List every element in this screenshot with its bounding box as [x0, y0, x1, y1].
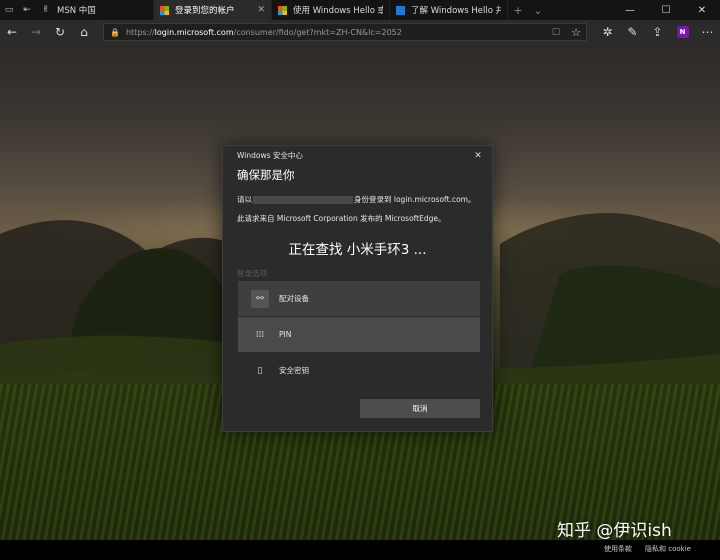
back-icon[interactable]: ←	[0, 20, 24, 44]
dialog-title: 确保那是你	[237, 168, 295, 182]
set-aside-tabs-icon[interactable]: ▭	[0, 0, 18, 20]
terms-of-use-link[interactable]: 使用条款	[604, 544, 632, 554]
chevron-down-icon[interactable]: ⌄	[528, 0, 548, 20]
tab-windows-hello[interactable]: 使用 Windows Hello 或安全	[272, 0, 390, 20]
web-note-icon[interactable]: ✎	[620, 20, 645, 44]
option-security-key[interactable]: ▯ 安全密钥	[238, 353, 480, 388]
sign-in-identity-text: 请以 身份登录到 login.microsoft.com。	[237, 195, 476, 204]
close-window-icon[interactable]: ✕	[684, 0, 720, 20]
tab-msn[interactable]: ✌ MSN 中国	[36, 0, 154, 20]
paired-device-icon: ⚯	[251, 289, 269, 308]
tab-label: 使用 Windows Hello 或安全	[293, 6, 383, 16]
option-label: 安全密钥	[279, 366, 309, 375]
address-bar[interactable]: 🔒 https://login.microsoft.com/consumer/f…	[103, 23, 587, 41]
dialog-header: Windows 安全中心	[237, 151, 303, 160]
toolbar-right: ✲ ✎ ⇪ N ⋯	[595, 20, 720, 44]
option-label: 配对设备	[279, 294, 309, 303]
option-pin[interactable]: ⁞⁞⁞ PIN	[238, 317, 480, 352]
new-tab-icon[interactable]: +	[508, 0, 528, 20]
onenote-icon[interactable]: N	[670, 20, 695, 44]
request-origin-text: 此请求来自 Microsoft Corporation 发布的 Microsof…	[237, 214, 446, 223]
favorites-hub-icon[interactable]: ✲	[595, 20, 620, 44]
privacy-cookies-link[interactable]: 隐私和 cookie	[645, 544, 691, 554]
favorite-star-icon[interactable]: ☆	[566, 26, 586, 39]
reading-view-icon[interactable]: ▢	[546, 27, 566, 37]
usb-security-key-icon: ▯	[257, 365, 263, 376]
msn-icon: ✌	[42, 4, 50, 15]
windows-security-dialog: Windows 安全中心 ✕ 确保那是你 请以 身份登录到 login.micr…	[222, 145, 493, 432]
close-icon[interactable]: ✕	[472, 150, 484, 162]
lock-icon[interactable]: 🔒	[110, 28, 120, 37]
windows-logo-icon	[396, 5, 405, 15]
tab-learn-windows-hello[interactable]: 了解 Windows Hello 并对其	[390, 0, 508, 20]
show-aside-tabs-icon[interactable]: ⇤	[18, 0, 36, 20]
maximize-icon[interactable]: ☐	[648, 0, 684, 20]
refresh-icon[interactable]: ↻	[48, 20, 72, 44]
microsoft-logo-icon	[278, 5, 287, 15]
forward-icon[interactable]: →	[24, 20, 48, 44]
close-tab-icon[interactable]: ✕	[257, 5, 265, 15]
minimize-icon[interactable]: —	[612, 0, 648, 20]
tab-label: 了解 Windows Hello 并对其	[411, 6, 501, 16]
zhihu-watermark: 知乎 @伊识ish	[557, 521, 672, 541]
tab-label: 登录到您的帐户	[175, 6, 235, 16]
tab-label: MSN 中国	[57, 6, 96, 16]
share-icon[interactable]: ⇪	[645, 20, 670, 44]
redacted-account	[253, 195, 353, 204]
navigation-bar: ← → ↻ ⌂ 🔒 https://login.microsoft.com/co…	[0, 20, 720, 44]
sign-in-options-label: 登录选项	[237, 269, 267, 278]
option-paired-device[interactable]: ⚯ 配对设备	[238, 281, 480, 316]
page-footer: 使用条款 隐私和 cookie	[0, 540, 720, 560]
home-icon[interactable]: ⌂	[72, 20, 96, 44]
option-label: PIN	[279, 330, 292, 339]
tab-sign-in[interactable]: 登录到您的帐户 ✕	[154, 0, 272, 20]
cancel-button[interactable]: 取消	[360, 399, 480, 418]
pin-keypad-icon: ⁞⁞⁞	[255, 329, 265, 340]
microsoft-logo-icon	[160, 5, 169, 15]
more-icon[interactable]: ⋯	[695, 20, 720, 44]
url-text[interactable]: https://login.microsoft.com/consumer/fid…	[126, 28, 546, 37]
searching-status: 正在查找 小米手环3 ...	[288, 242, 427, 258]
tab-strip: ▭ ⇤ ✌ MSN 中国 登录到您的帐户 ✕ 使用 Windows Hello …	[0, 0, 720, 20]
